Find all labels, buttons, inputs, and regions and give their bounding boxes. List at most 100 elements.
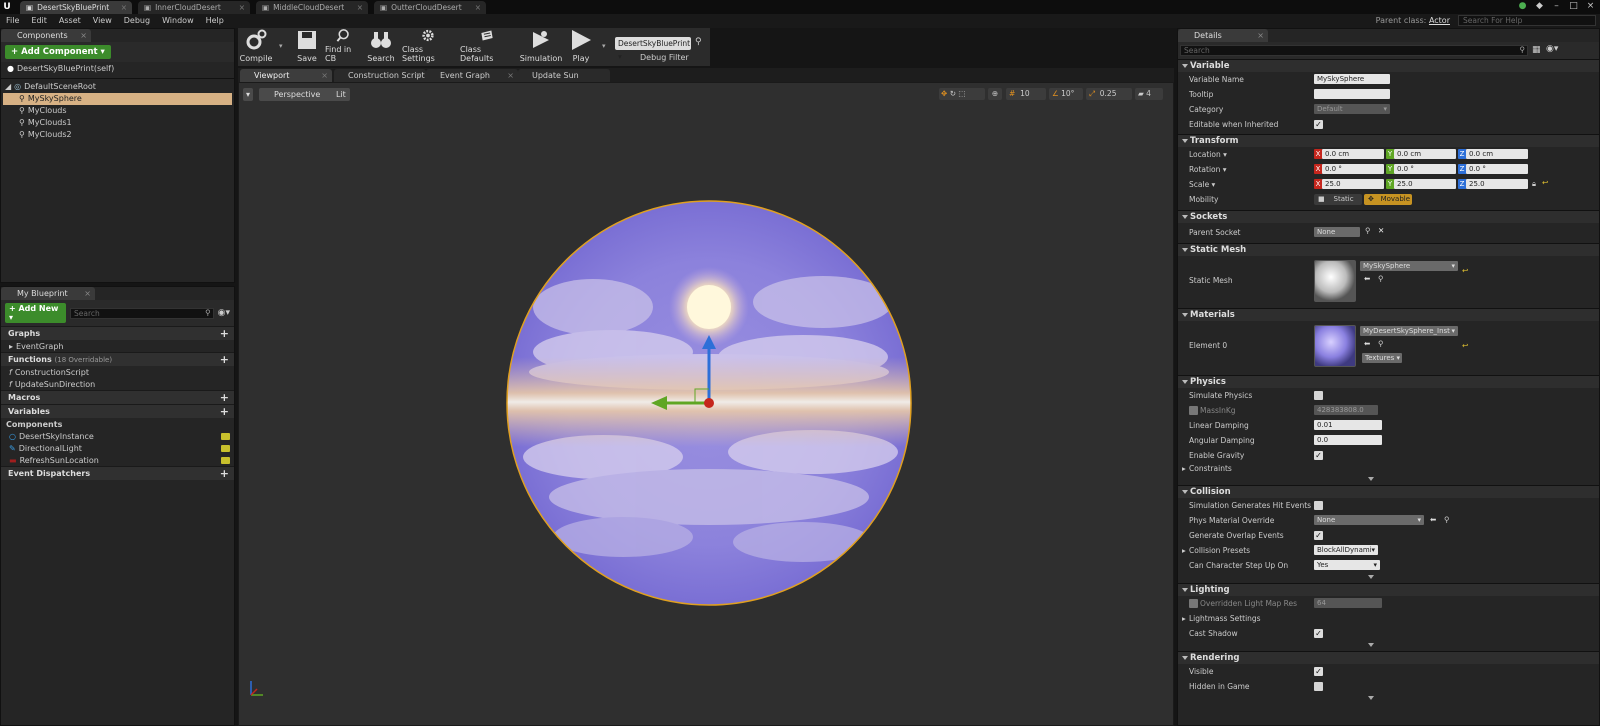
collision-presets-select[interactable]: BlockAllDynamic ▾	[1314, 545, 1378, 555]
close-icon[interactable]: ×	[507, 69, 514, 82]
mobility-static-button[interactable]: ■ Static	[1314, 194, 1362, 205]
tree-item-myclouds2[interactable]: ⚲ MyClouds2	[1, 129, 234, 141]
visibility-icon[interactable]	[221, 456, 230, 464]
add-graph-button[interactable]: +	[220, 328, 229, 340]
doc-tab-outterclouddesert[interactable]: ▣ OutterCloudDesert ×	[374, 1, 486, 14]
details-tab[interactable]: Details ×	[1178, 29, 1268, 42]
visibility-icon[interactable]	[221, 444, 230, 452]
browse-icon[interactable]: ⚲	[1444, 515, 1450, 524]
lightmass-row[interactable]: ▸ Lightmass Settings	[1178, 611, 1599, 626]
parent-class-link[interactable]: Actor	[1429, 16, 1450, 25]
grid-snap-value[interactable]: 10	[1020, 89, 1030, 98]
rotation-snap-group[interactable]: ∠ 10°	[1049, 88, 1083, 100]
eye-icon[interactable]: ◉▾	[218, 308, 230, 318]
tab-construction-script[interactable]: Construction Script ×	[334, 69, 426, 82]
menu-help[interactable]: Help	[200, 14, 230, 28]
lightmap-override-checkbox[interactable]	[1189, 599, 1198, 608]
camera-speed-value[interactable]: 4	[1146, 89, 1151, 98]
hit-events-checkbox[interactable]	[1314, 501, 1323, 510]
add-new-button[interactable]: + Add New ▾	[5, 303, 67, 323]
tree-item-myclouds[interactable]: ⚲ MyClouds	[1, 105, 234, 117]
tab-viewport[interactable]: Viewport ×	[240, 69, 332, 82]
scale-snap-icon[interactable]: ⤢	[1086, 89, 1095, 98]
world-local-icon[interactable]: ⊕	[988, 88, 1002, 100]
collision-advanced-toggle[interactable]	[1178, 573, 1599, 581]
camera-icon[interactable]: ▰	[1135, 89, 1144, 98]
rotation-snap-icon[interactable]: ∠	[1049, 89, 1059, 98]
functions-section[interactable]: Functions (18 Overridable) +	[1, 352, 234, 366]
variables-section[interactable]: Variables +	[1, 404, 234, 418]
linear-damping-input[interactable]: 0.01	[1314, 420, 1382, 430]
constraints-row[interactable]: ▸ Constraints	[1178, 463, 1599, 475]
my-blueprint-tab[interactable]: My Blueprint ×	[1, 287, 95, 300]
physics-section[interactable]: Physics	[1178, 375, 1599, 388]
reset-arrow-icon[interactable]: ↩	[1542, 178, 1548, 187]
save-button[interactable]: Save	[293, 28, 321, 66]
rotation-label[interactable]: Rotation ▾	[1189, 165, 1227, 174]
physics-advanced-toggle[interactable]	[1178, 475, 1599, 483]
angular-damping-input[interactable]: 0.0	[1314, 435, 1382, 445]
scale-x-input[interactable]: 25.0	[1322, 179, 1384, 189]
close-icon[interactable]: ×	[121, 3, 127, 12]
grid-snap-icon[interactable]: #	[1006, 89, 1015, 98]
close-icon[interactable]: ×	[415, 69, 422, 82]
scale-icon[interactable]: ⬚	[958, 89, 965, 98]
cast-shadow-checkbox[interactable]: ✓	[1314, 629, 1323, 638]
reset-arrow-icon[interactable]: ↩	[1462, 266, 1468, 275]
close-icon[interactable]: ×	[357, 3, 363, 12]
compile-button[interactable]: Compile	[240, 28, 272, 66]
menu-file[interactable]: File	[0, 14, 25, 28]
scale-snap-group[interactable]: ⤢ 0.25	[1086, 88, 1132, 100]
collision-section[interactable]: Collision	[1178, 485, 1599, 498]
close-icon[interactable]: ×	[321, 69, 328, 82]
search-icon[interactable]: ⚲	[1365, 226, 1371, 235]
static-mesh-section[interactable]: Static Mesh	[1178, 243, 1599, 256]
material-thumbnail[interactable]	[1314, 325, 1356, 367]
close-icon[interactable]: ×	[1257, 29, 1264, 42]
add-function-button[interactable]: +	[220, 354, 229, 366]
location-x-input[interactable]: 0.0 cm	[1322, 149, 1384, 159]
maximize-button[interactable]: □	[1568, 1, 1579, 12]
lighting-advanced-toggle[interactable]	[1178, 641, 1599, 649]
overlap-events-checkbox[interactable]: ✓	[1314, 531, 1323, 540]
reset-arrow-icon[interactable]: ↩	[1462, 341, 1468, 350]
lock-icon[interactable]: 🔒︎	[1532, 179, 1536, 189]
tab-event-graph[interactable]: Event Graph ×	[426, 69, 518, 82]
rotation-y-input[interactable]: 0.0 °	[1394, 164, 1456, 174]
eye-icon[interactable]: ◉▾	[1546, 44, 1558, 54]
list-item-constructionscript[interactable]: f ConstructionScript	[1, 366, 234, 378]
compile-options-icon[interactable]: ▾	[279, 42, 283, 50]
list-item-desertskyinstance[interactable]: ○ DesertSkyInstance	[1, 430, 234, 442]
lighting-section[interactable]: Lighting	[1178, 583, 1599, 596]
viewport[interactable]: ▾ Perspective Lit ✥ ↻ ⬚ ⊕ # 10 ∠ 10° ⤢ 0…	[238, 82, 1174, 726]
static-mesh-thumbnail[interactable]	[1314, 260, 1356, 302]
macros-section[interactable]: Macros +	[1, 390, 234, 404]
close-icon[interactable]: ×	[475, 3, 481, 12]
variable-name-input[interactable]: MySkySphere	[1314, 74, 1390, 84]
rotation-x-input[interactable]: 0.0 °	[1322, 164, 1384, 174]
expand-arrow-icon[interactable]: ▸	[1182, 546, 1186, 555]
status-icon[interactable]: ●	[1517, 1, 1528, 12]
minimize-button[interactable]: –	[1551, 1, 1562, 12]
tree-item-myclouds1[interactable]: ⚲ MyClouds1	[1, 117, 234, 129]
tree-item-myskysphere[interactable]: ⚲ MySkySphere	[3, 93, 232, 105]
enable-gravity-checkbox[interactable]: ✓	[1314, 451, 1323, 460]
debug-search-icon[interactable]: ⚲	[695, 37, 702, 47]
help-search-input[interactable]: Search For Help	[1458, 15, 1596, 26]
use-selected-icon[interactable]: ⬅	[1430, 515, 1436, 524]
sockets-section[interactable]: Sockets	[1178, 210, 1599, 223]
blueprint-search-input[interactable]: Search ⚲	[70, 307, 214, 319]
tab-update-sun-direction[interactable]: Update Sun Directio×	[518, 69, 610, 93]
static-mesh-select[interactable]: MySkySphere ▾	[1360, 261, 1458, 271]
add-macro-button[interactable]: +	[220, 392, 229, 404]
step-up-select[interactable]: Yes ▾	[1314, 560, 1380, 570]
debug-object-select[interactable]: DesertSkyBluePrint ▾	[615, 37, 691, 61]
components-group[interactable]: Components	[1, 418, 234, 430]
components-tab[interactable]: Components ×	[1, 29, 91, 42]
browse-icon[interactable]: ⚲	[1378, 274, 1384, 283]
add-dispatcher-button[interactable]: +	[220, 468, 229, 480]
close-window-button[interactable]: ×	[1585, 1, 1596, 12]
doc-tab-innerclouddesert[interactable]: ▣ InnerCloudDesert ×	[138, 1, 250, 14]
scale-label[interactable]: Scale ▾	[1189, 180, 1215, 189]
location-z-input[interactable]: 0.0 cm	[1466, 149, 1528, 159]
